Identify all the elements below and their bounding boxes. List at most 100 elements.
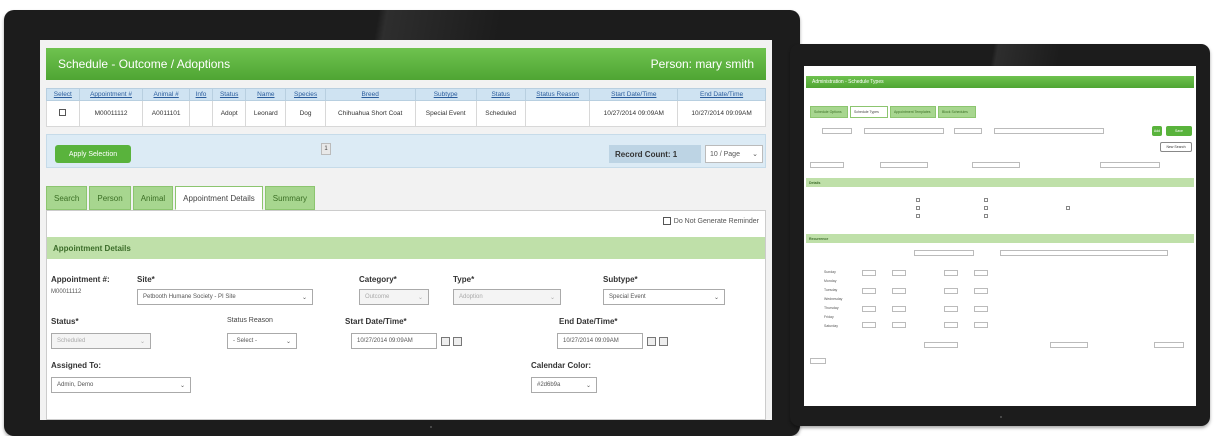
option-checkbox[interactable]: [1066, 206, 1070, 210]
row-checkbox[interactable]: [59, 109, 67, 116]
tab-appointment-details[interactable]: Appointment Details: [175, 186, 263, 210]
record-count: Record Count: 1: [609, 145, 701, 163]
tab-summary[interactable]: Summary: [264, 186, 315, 210]
time-box[interactable]: [862, 288, 876, 294]
bottom-field-2[interactable]: [1050, 342, 1088, 348]
time-box[interactable]: [974, 288, 988, 294]
filter-select-1[interactable]: [822, 128, 852, 134]
time-box[interactable]: [944, 288, 958, 294]
recurrence-field[interactable]: [1000, 250, 1168, 256]
assigned-to-select[interactable]: Admin, Demo ⌄: [51, 377, 191, 393]
time-box[interactable]: [892, 306, 906, 312]
option-checkbox[interactable]: [984, 198, 988, 202]
per-page-select[interactable]: 10 / Page ⌄: [705, 145, 763, 163]
col-status-reason[interactable]: Status Reason: [524, 88, 591, 101]
field-4[interactable]: [1100, 162, 1160, 168]
table-header-row: Select Appointment # Animal # Info Statu…: [46, 88, 766, 101]
time-box[interactable]: [892, 270, 906, 276]
option-checkbox[interactable]: [916, 198, 920, 202]
day-monday: Monday: [824, 279, 837, 283]
apply-selection-button[interactable]: Apply Selection: [55, 145, 131, 163]
time-box[interactable]: [862, 306, 876, 312]
col-info[interactable]: Info: [188, 88, 214, 101]
bottom-field-1[interactable]: [924, 342, 958, 348]
option-checkbox[interactable]: [916, 206, 920, 210]
time-box[interactable]: [944, 270, 958, 276]
end-datetime-input[interactable]: 10/27/2014 09:09AM: [557, 333, 643, 349]
day-thursday: Thursday: [824, 306, 839, 310]
time-box[interactable]: [974, 306, 988, 312]
cell-species: Dog: [285, 100, 326, 127]
col-subtype[interactable]: Subtype: [414, 88, 477, 101]
subtype-select[interactable]: Special Event ⌄: [603, 289, 725, 305]
filter-select-2[interactable]: [864, 128, 944, 134]
calendar-icon[interactable]: [647, 337, 656, 346]
status-reason-select[interactable]: - Select - ⌄: [227, 333, 297, 349]
col-name[interactable]: Name: [245, 88, 287, 101]
time-box[interactable]: [974, 270, 988, 276]
row-select-cell[interactable]: [46, 100, 80, 127]
tab-person[interactable]: Person: [89, 186, 131, 210]
field-1[interactable]: [810, 162, 844, 168]
option-checkbox[interactable]: [984, 214, 988, 218]
filter-select-3[interactable]: [954, 128, 982, 134]
type-select[interactable]: Adoption ⌄: [453, 289, 561, 305]
clock-icon[interactable]: [453, 337, 462, 346]
field-2[interactable]: [880, 162, 928, 168]
time-box[interactable]: [862, 270, 876, 276]
col-start[interactable]: Start Date/Time: [589, 88, 679, 101]
small-tablet-frame: Administration - Schedule Types Schedule…: [790, 44, 1210, 426]
time-box[interactable]: [892, 322, 906, 328]
filter-select-4[interactable]: [994, 128, 1104, 134]
tab-schedule-types[interactable]: Schedule Types: [850, 106, 888, 118]
option-checkbox[interactable]: [916, 214, 920, 218]
col-select[interactable]: Select: [46, 88, 80, 101]
day-friday: Friday: [824, 315, 834, 319]
time-box[interactable]: [944, 306, 958, 312]
admin-title: Administration - Schedule Types: [812, 79, 884, 85]
bottom-field-4[interactable]: [810, 358, 826, 364]
calendar-icon[interactable]: [441, 337, 450, 346]
cell-end: 10/27/2014 09:09AM: [677, 100, 766, 127]
field-3[interactable]: [972, 162, 1020, 168]
home-sensor: [1000, 416, 1002, 418]
col-status-a[interactable]: Status: [212, 88, 247, 101]
col-status-b[interactable]: Status: [475, 88, 526, 101]
save-button[interactable]: Save: [1166, 126, 1192, 136]
site-select[interactable]: Petbooth Humane Society - PI Site ⌄: [137, 289, 313, 305]
calendar-color-select[interactable]: #2d6b9a ⌄: [531, 377, 597, 393]
status-reason-value: - Select -: [233, 338, 258, 344]
col-end[interactable]: End Date/Time: [677, 88, 766, 101]
col-animal[interactable]: Animal #: [142, 88, 190, 101]
category-label: Category*: [359, 275, 397, 284]
recurrence-select[interactable]: [914, 250, 974, 256]
status-label: Status*: [51, 317, 79, 326]
chevron-down-icon: ⌄: [752, 151, 758, 158]
do-not-generate-reminder[interactable]: Do Not Generate Reminder: [662, 217, 759, 225]
tab-search[interactable]: Search: [46, 186, 88, 210]
status-select[interactable]: Scheduled ⌄: [51, 333, 151, 349]
col-species[interactable]: Species: [285, 88, 326, 101]
table-row[interactable]: M00011112 A0011101 Adopt Leonard Dog Chi…: [46, 100, 766, 127]
col-appointment[interactable]: Appointment #: [78, 88, 144, 101]
reminder-checkbox[interactable]: [662, 217, 671, 225]
time-box[interactable]: [862, 322, 876, 328]
tab-appointment-templates[interactable]: Appointment Templates: [890, 106, 936, 118]
chevron-down-icon: ⌄: [301, 294, 307, 301]
clock-icon[interactable]: [659, 337, 668, 346]
new-search-button[interactable]: New Search: [1160, 142, 1192, 152]
tab-block-schedules[interactable]: Block Schedules: [938, 106, 976, 118]
page-number-button[interactable]: 1: [321, 143, 331, 155]
tab-animal[interactable]: Animal: [132, 186, 174, 210]
bottom-field-3[interactable]: [1154, 342, 1184, 348]
time-box[interactable]: [944, 322, 958, 328]
time-box[interactable]: [892, 288, 906, 294]
category-select[interactable]: Outcome ⌄: [359, 289, 429, 305]
tab-schedule-options[interactable]: Schedule Options: [810, 106, 848, 118]
start-datetime-input[interactable]: 10/27/2014 09:09AM: [351, 333, 437, 349]
add-button[interactable]: Add: [1152, 126, 1162, 136]
option-checkbox[interactable]: [984, 206, 988, 210]
subtype-label: Subtype*: [603, 275, 638, 284]
col-breed[interactable]: Breed: [324, 88, 416, 101]
time-box[interactable]: [974, 322, 988, 328]
